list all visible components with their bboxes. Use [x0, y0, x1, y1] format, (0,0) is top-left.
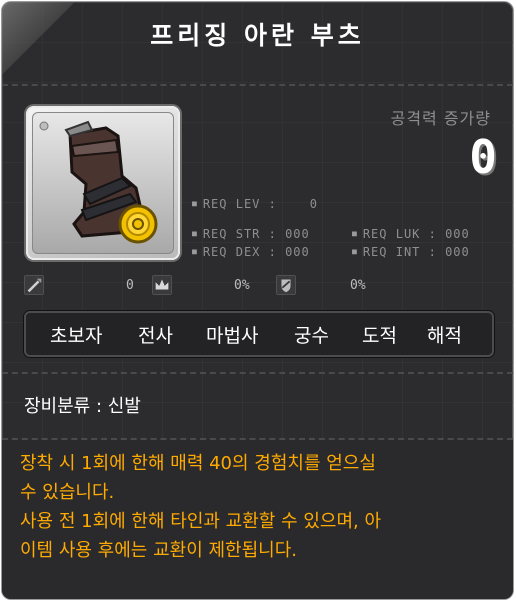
job-thief: 도적 [362, 325, 397, 347]
sword-icon [24, 275, 44, 295]
shield-icon [276, 275, 296, 295]
stat-value-3: 0% [350, 278, 366, 293]
job-warrior: 전사 [138, 325, 173, 347]
req-level: REQ LEV : 0 [192, 197, 318, 211]
item-name: 프리징 아란 부츠 [150, 21, 365, 50]
req-luk: REQ LUK : 000 [352, 227, 470, 241]
divider [2, 372, 513, 374]
job-magician: 마법사 [206, 325, 259, 347]
stat-value-2: 0% [234, 278, 250, 293]
divider [2, 438, 513, 440]
job-beginner: 초보자 [50, 325, 103, 347]
job-archer: 궁수 [294, 325, 329, 347]
equipment-category: 장비분류 : 신발 [24, 396, 141, 417]
stat-value-1: 0 [126, 278, 134, 293]
attack-increase-value: 0 [469, 130, 497, 184]
req-int: REQ INT : 000 [352, 245, 470, 259]
crown-icon [152, 275, 172, 295]
item-description: 장착 시 1회에 한해 매력 40의 경험치를 얻으실 수 있습니다. 사용 전… [20, 453, 382, 561]
item-icon-frame [26, 106, 180, 260]
req-dex: REQ DEX : 000 [192, 245, 310, 259]
req-str: REQ STR : 000 [192, 227, 310, 241]
attack-increase-label: 공격력 증가량 [390, 109, 491, 128]
job-pirate: 해적 [427, 325, 462, 347]
divider [2, 84, 513, 86]
item-tooltip: 프리징 아란 부츠 공격력 증가량 0 REQ LEV : 0 REQ STR … [2, 2, 513, 599]
boot-icon [39, 120, 158, 244]
job-list: 초보자 전사 마법사 궁수 도적 해적 [24, 311, 494, 357]
